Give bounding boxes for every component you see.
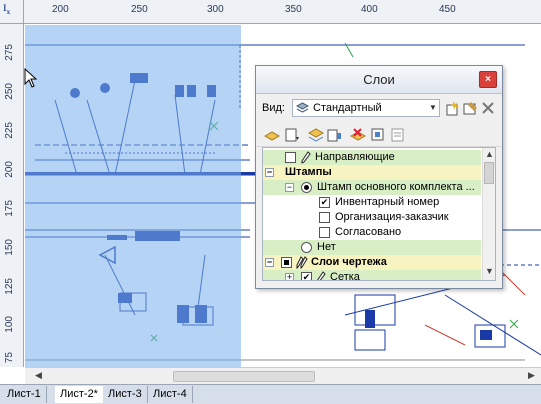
- horizontal-ruler: 200 250 300 350 400 450: [0, 0, 541, 24]
- collapse-icon[interactable]: −: [285, 183, 294, 192]
- collapse-icon[interactable]: −: [265, 258, 274, 267]
- collapse-icon[interactable]: −: [265, 168, 274, 177]
- tree-row[interactable]: − Штамп основного комплекта ...: [263, 180, 481, 195]
- new-layer-icon[interactable]: [444, 100, 460, 116]
- ruler-y-tick: 150: [4, 239, 15, 256]
- tab-sheet-3[interactable]: Лист-3: [103, 386, 148, 403]
- tree-row[interactable]: − Слои чертежа: [263, 255, 481, 270]
- ruler-x-tick: 200: [52, 4, 69, 15]
- panel-title[interactable]: Слои: [256, 66, 502, 94]
- ruler-y-tick: 125: [4, 278, 15, 295]
- pencil-icon: [317, 271, 326, 280]
- pencil-icon: [301, 151, 311, 164]
- layer-visibility-checkbox[interactable]: [285, 152, 296, 163]
- ruler-y-tick: 225: [4, 122, 15, 139]
- ruler-x-tick: 300: [207, 4, 224, 15]
- ruler-x-tick: 450: [439, 4, 456, 15]
- layer-group-name: Слои чертежа: [311, 256, 387, 268]
- tree-row[interactable]: Нет: [263, 240, 481, 255]
- scrollbar-thumb[interactable]: [484, 162, 494, 184]
- layer-report-icon[interactable]: [390, 127, 406, 143]
- tab-sheet-4[interactable]: Лист-4: [148, 386, 193, 403]
- tree-row[interactable]: − Штампы: [263, 165, 481, 180]
- layer-edit-icon[interactable]: [326, 127, 342, 143]
- tree-row[interactable]: + Сетка: [263, 270, 481, 281]
- layer-name: Инвентарный номер: [335, 196, 440, 208]
- view-dropdown-value: Стандартный: [313, 102, 382, 114]
- layer-name: Нет: [317, 241, 336, 253]
- ruler-y-tick: 275: [4, 44, 15, 61]
- layer-visibility-checkbox[interactable]: [301, 272, 312, 280]
- layers-panel: Слои × Вид: Стандартный ▼ Направляющие −…: [255, 65, 503, 289]
- ruler-y-tick: 200: [4, 161, 15, 178]
- tab-sheet-2[interactable]: Лист-2*: [55, 386, 104, 403]
- sheet-tabs: Лист-1 Лист-2* Лист-3 Лист-4: [0, 384, 541, 404]
- scrollbar-thumb[interactable]: [173, 371, 315, 382]
- layer-visibility-checkbox[interactable]: [319, 197, 330, 208]
- chevron-down-icon[interactable]: ▼: [427, 100, 439, 116]
- add-layer-icon[interactable]: [264, 127, 280, 143]
- layer-name: Штамп основного комплекта ...: [317, 181, 475, 193]
- tree-vertical-scrollbar[interactable]: ▲ ▼: [482, 148, 495, 280]
- expand-icon[interactable]: +: [285, 273, 294, 280]
- horizontal-scrollbar[interactable]: ◀ ▶: [25, 367, 541, 384]
- layer-properties-icon[interactable]: [462, 100, 478, 116]
- layers-tree[interactable]: Направляющие − Штампы − Штамп основного …: [262, 147, 496, 281]
- close-button[interactable]: ×: [479, 71, 497, 88]
- remove-from-layer-icon[interactable]: [350, 127, 366, 143]
- ruler-x-tick: 250: [131, 4, 148, 15]
- delete-layer-icon[interactable]: [480, 100, 496, 116]
- ruler-y-tick: 75: [4, 352, 15, 364]
- scroll-up-icon[interactable]: ▲: [485, 149, 494, 159]
- layer-name: Организация-заказчик: [335, 211, 449, 223]
- layer-visibility-checkbox[interactable]: [319, 212, 330, 223]
- pencil-multi-icon: [296, 256, 308, 269]
- vertical-ruler: 275 250 225 200 175 150 125 100 75: [0, 24, 24, 367]
- selection-highlight: [25, 25, 241, 367]
- layer-name: Согласовано: [335, 226, 402, 238]
- merge-layers-icon[interactable]: [308, 127, 324, 143]
- view-dropdown[interactable]: Стандартный ▼: [292, 99, 440, 117]
- layers-stack-icon: [296, 102, 309, 113]
- tree-row[interactable]: Организация-заказчик: [263, 210, 481, 225]
- tree-row[interactable]: Инвентарный номер: [263, 195, 481, 210]
- layer-visibility-checkbox[interactable]: [281, 257, 292, 268]
- scroll-right-icon[interactable]: ▶: [528, 370, 535, 381]
- ruler-x-tick: 400: [361, 4, 378, 15]
- tree-row[interactable]: Согласовано: [263, 225, 481, 240]
- mouse-pointer-icon: [24, 68, 38, 88]
- ruler-y-tick: 250: [4, 83, 15, 100]
- tab-sheet-1[interactable]: Лист-1: [2, 386, 47, 403]
- scroll-down-icon[interactable]: ▼: [485, 266, 494, 276]
- select-objects-icon[interactable]: [370, 127, 386, 143]
- layer-name: Направляющие: [315, 151, 395, 163]
- ruler-y-tick: 100: [4, 316, 15, 333]
- tree-row[interactable]: Направляющие: [263, 150, 481, 165]
- layer-radio[interactable]: [301, 182, 312, 193]
- layer-radio[interactable]: [301, 242, 312, 253]
- ruler-y-tick: 175: [4, 200, 15, 217]
- layer-visibility-checkbox[interactable]: [319, 227, 330, 238]
- layer-name: Сетка: [330, 271, 360, 281]
- ruler-origin-icon[interactable]: Ix: [0, 0, 24, 24]
- layer-type-icon[interactable]: [284, 127, 300, 143]
- view-label: Вид:: [262, 102, 285, 114]
- layer-toolbar: [256, 123, 502, 147]
- scroll-left-icon[interactable]: ◀: [35, 370, 42, 381]
- cad-window: 200 250 300 350 400 450 275 250 225 200 …: [0, 0, 541, 404]
- layer-group-name: Штампы: [285, 166, 332, 178]
- ruler-x-tick: 350: [285, 4, 302, 15]
